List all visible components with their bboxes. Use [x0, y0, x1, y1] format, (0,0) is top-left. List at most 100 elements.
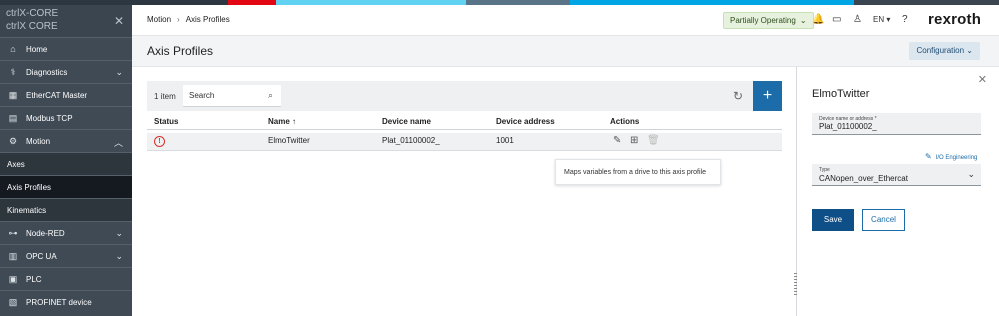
type-value: CANopen_over_Ethercat: [819, 174, 908, 183]
sidebar-item-kinematics[interactable]: Kinematics: [0, 198, 132, 221]
diagnostics-icon: ⚕: [10, 66, 16, 77]
column-header-name[interactable]: Name ↑: [268, 117, 296, 126]
table-header: Status Name ↑ Device name Device address…: [147, 114, 782, 130]
cancel-button[interactable]: Cancel: [862, 209, 905, 231]
chevron-down-icon: ⌄: [115, 251, 123, 261]
io-engineering-label: I/O Engineering: [935, 155, 978, 161]
device-name-input[interactable]: [819, 122, 969, 131]
table-toolbar: 1 item ⌕ ↻ +: [147, 81, 782, 111]
chevron-up-icon: ︿: [113, 138, 123, 148]
bell-icon[interactable]: 🔔: [812, 14, 824, 25]
type-label: Type: [819, 167, 830, 173]
chevron-down-icon: ⌄: [115, 228, 123, 238]
sidebar-item-motion[interactable]: ⚙ Motion ︿: [0, 129, 132, 152]
sidebar-item-label: Axis Profiles: [7, 182, 52, 192]
resize-handle[interactable]: [794, 273, 797, 295]
sidebar-item-profinet-device[interactable]: ▧ PROFINET device: [0, 290, 132, 313]
search-icon[interactable]: ⌕: [268, 90, 273, 101]
sidebar-item-diagnostics[interactable]: ⚕ Diagnostics ⌄: [0, 60, 132, 83]
language-selector[interactable]: EN ▾: [873, 15, 890, 24]
edit-icon[interactable]: ✎: [613, 135, 621, 146]
sidebar-item-label: Modbus TCP: [26, 113, 73, 123]
cell-device-name: Plat_01100002_: [382, 136, 440, 145]
search-box[interactable]: ⌕: [183, 85, 281, 107]
node-red-icon: ⊶: [8, 227, 18, 238]
page-title: Axis Profiles: [147, 44, 214, 58]
chevron-down-icon: ⌄: [967, 169, 975, 179]
breadcrumb-item-motion[interactable]: Motion: [147, 15, 171, 24]
error-status-icon: !: [154, 136, 165, 147]
sidebar-item-node-red[interactable]: ⊶ Node-RED ⌄: [0, 221, 132, 244]
plc-icon: ▣: [8, 273, 18, 284]
edit-icon: ✎: [925, 152, 932, 161]
main-content: 1 item ⌕ ↻ + Status Name ↑ Device name D…: [132, 67, 794, 316]
chevron-down-icon: ⌄: [966, 46, 973, 55]
profinet-icon: ▧: [8, 296, 18, 307]
column-header-name-label: Name: [268, 117, 290, 126]
column-header-actions: Actions: [610, 117, 640, 126]
home-icon: ⌂: [10, 44, 16, 54]
status-label: Partially Operating: [730, 16, 796, 25]
sidebar-item-label: Kinematics: [7, 205, 47, 215]
sidebar-item-label: PLC: [26, 274, 42, 284]
column-header-status[interactable]: Status: [154, 117, 178, 126]
folder-icon[interactable]: ▭: [832, 14, 841, 25]
save-button[interactable]: Save: [812, 209, 854, 231]
chevron-down-icon: ⌄: [115, 67, 123, 77]
refresh-icon[interactable]: ↻: [733, 89, 743, 103]
sidebar-item-modbus-tcp[interactable]: ▤ Modbus TCP: [0, 106, 132, 129]
configuration-label: Configuration: [916, 46, 965, 55]
device-name: ctrlX CORE: [6, 21, 58, 32]
brand-block: ctrlX-CORE ctrlX CORE ✕: [0, 5, 132, 37]
sidebar-nav: ⌂ Home ⚕ Diagnostics ⌄ ▦ EtherCAT Master…: [0, 37, 132, 313]
logo: rexroth: [928, 11, 982, 28]
sidebar-item-label: OPC UA: [26, 251, 57, 261]
help-icon[interactable]: ?: [902, 14, 908, 25]
sidebar-item-plc[interactable]: ▣ PLC: [0, 267, 132, 290]
column-header-device-address[interactable]: Device address: [496, 117, 555, 126]
cell-name: ElmoTwitter: [268, 136, 310, 145]
item-count: 1 item: [154, 92, 176, 101]
sidebar-item-opc-ua[interactable]: ▥ OPC UA ⌄: [0, 244, 132, 267]
close-icon[interactable]: ✕: [978, 73, 987, 86]
search-input[interactable]: [189, 85, 264, 105]
plus-icon: +: [762, 87, 773, 104]
status-dropdown[interactable]: Partially Operating ⌄: [723, 12, 814, 29]
sidebar-item-label: Axes: [7, 159, 25, 169]
sidebar-item-ethercat-master[interactable]: ▦ EtherCAT Master: [0, 83, 132, 106]
chevron-down-icon: ⌄: [799, 16, 807, 25]
ethercat-icon: ▦: [8, 89, 18, 100]
sidebar-item-label: EtherCAT Master: [26, 90, 88, 100]
type-select[interactable]: Type CANopen_over_Ethercat ⌄: [812, 164, 981, 186]
sidebar-item-axis-profiles[interactable]: Axis Profiles: [0, 175, 132, 198]
table-row[interactable]: ! ElmoTwitter Plat_01100002_ 1001 ✎ ⊞ 🗑: [147, 133, 782, 151]
io-engineering-link[interactable]: ✎ I/O Engineering: [925, 152, 977, 161]
sidebar-item-axes[interactable]: Axes: [0, 152, 132, 175]
device-name-field[interactable]: Device name or address *: [812, 113, 981, 135]
chevron-right-icon: ›: [177, 15, 180, 24]
top-header: Motion › Axis Profiles Partially Operati…: [132, 5, 999, 36]
configuration-button[interactable]: Configuration ⌄: [909, 42, 980, 60]
column-header-device-name[interactable]: Device name: [382, 117, 431, 126]
sidebar-item-label: PROFINET device: [26, 297, 92, 307]
motion-icon: ⚙: [8, 135, 18, 146]
breadcrumb-item-current: Axis Profiles: [185, 15, 230, 24]
sidebar-item-label: Motion: [26, 136, 51, 146]
user-icon[interactable]: ♙: [853, 14, 862, 25]
sidebar-item-label: Home: [26, 44, 48, 54]
detail-panel: ✕ ElmoTwitter Device name or address * ✎…: [794, 67, 999, 316]
sidebar-item-home[interactable]: ⌂ Home: [0, 37, 132, 60]
breadcrumb: Motion › Axis Profiles: [147, 15, 230, 24]
sidebar: ctrlX-CORE ctrlX CORE ✕ ⌂ Home ⚕ Diagnos…: [0, 5, 132, 316]
brand-name: ctrlX-CORE: [6, 8, 59, 19]
page-title-bar: Axis Profiles Configuration ⌄: [132, 36, 999, 67]
map-variables-icon[interactable]: ⊞: [630, 135, 638, 146]
language-label: EN: [873, 15, 885, 24]
panel-title: ElmoTwitter: [812, 88, 870, 100]
modbus-icon: ▤: [8, 112, 18, 123]
sort-ascending-icon: ↑: [292, 117, 297, 126]
delete-icon[interactable]: 🗑: [647, 135, 660, 146]
cell-device-address: 1001: [496, 136, 514, 145]
close-icon[interactable]: ✕: [114, 14, 124, 28]
add-button[interactable]: +: [753, 81, 782, 111]
